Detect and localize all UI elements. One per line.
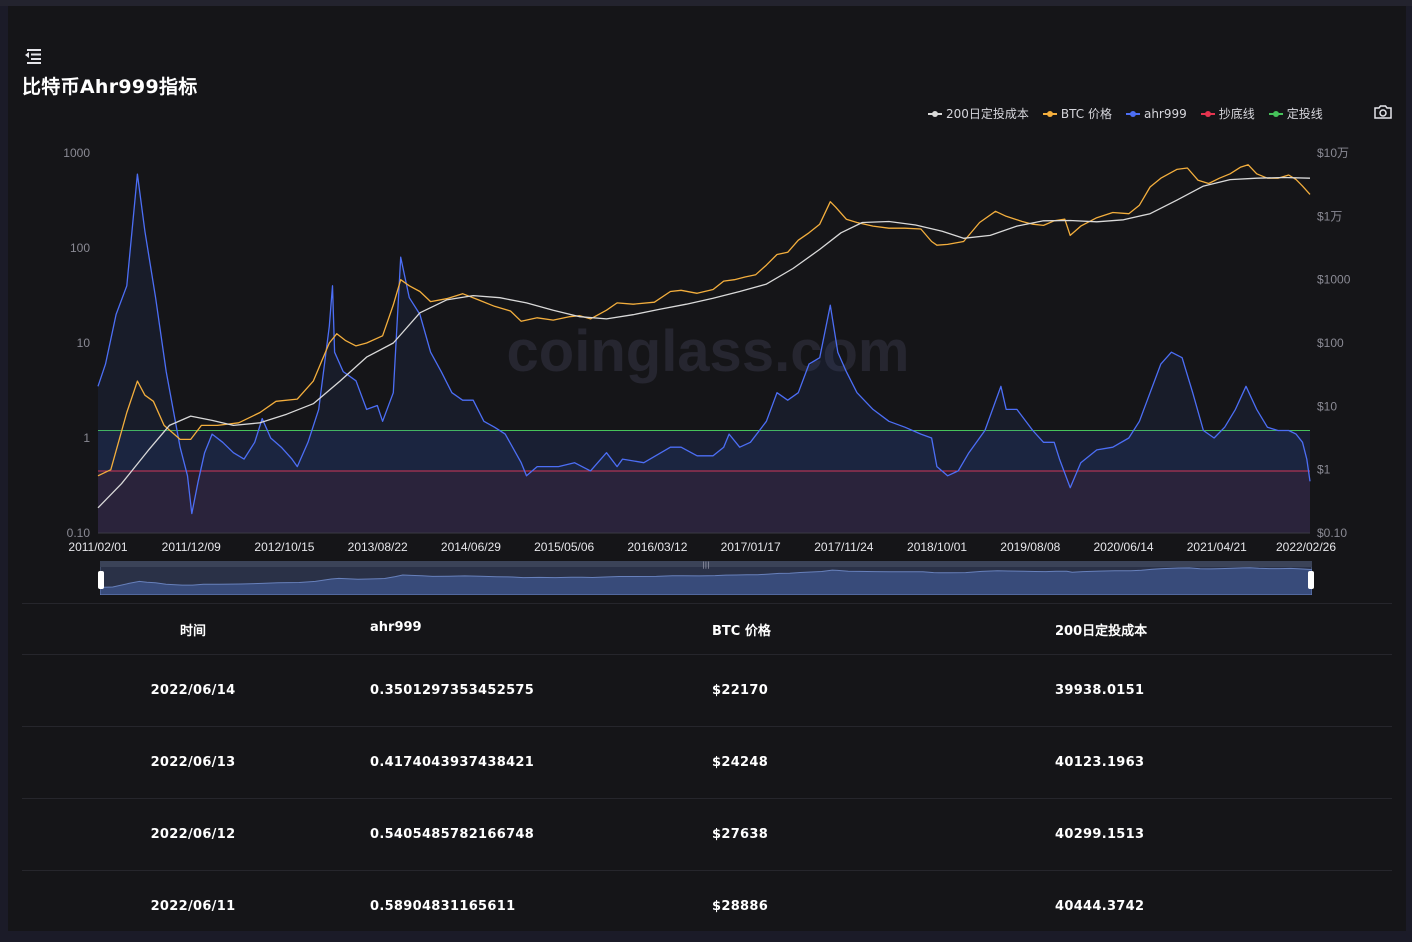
- cell-btc-price: $24248: [712, 755, 769, 770]
- svg-text:|||: |||: [702, 561, 709, 569]
- header-ahr999: ahr999: [370, 620, 422, 635]
- cell-ahr999: 0.58904831165611: [370, 899, 516, 914]
- x-tick-label: 2019/08/08: [1000, 540, 1060, 554]
- x-tick-label: 2021/04/21: [1187, 540, 1247, 554]
- watermark: coinglass.com: [507, 319, 910, 384]
- y-right-tick-label: $1: [1317, 463, 1331, 477]
- y-left-tick-label: 0.10: [67, 526, 91, 540]
- x-tick-label: 2017/11/24: [814, 540, 873, 554]
- table-row: 2022/06/11 0.58904831165611 $28886 40444…: [22, 870, 1392, 942]
- cell-btc-price: $27638: [712, 827, 769, 842]
- table-header: 时间 ahr999 BTC 价格 200日定投成本: [22, 603, 1392, 654]
- cell-btc-price: $28886: [712, 899, 769, 914]
- y-right-tick-label: $10: [1317, 399, 1337, 413]
- x-tick-label: 2020/06/14: [1094, 540, 1154, 554]
- x-tick-label: 2011/12/09: [162, 540, 221, 554]
- table-row: 2022/06/14 0.3501297353452575 $22170 399…: [22, 654, 1392, 726]
- cell-cost: 40444.3742: [1055, 899, 1145, 914]
- cell-time: 2022/06/11: [150, 899, 236, 914]
- y-right-tick-label: $0.10: [1317, 526, 1347, 540]
- cell-cost: 39938.0151: [1055, 683, 1145, 698]
- cell-cost: 40123.1963: [1055, 755, 1145, 770]
- x-tick-label: 2022/02/26: [1276, 540, 1336, 554]
- slider-right-handle[interactable]: [1308, 571, 1314, 589]
- y-left-tick-label: 1000: [63, 146, 90, 160]
- header-btc-price: BTC 价格: [712, 624, 771, 639]
- header-cost: 200日定投成本: [1055, 624, 1148, 639]
- x-tick-label: 2011/02/01: [68, 540, 127, 554]
- y-right-tick-label: $1万: [1317, 209, 1342, 223]
- y-right-tick-label: $1000: [1317, 273, 1351, 287]
- x-tick-label: 2013/08/22: [348, 540, 408, 554]
- y-right-tick-label: $100: [1317, 336, 1344, 350]
- y-right-tick-label: $10万: [1317, 146, 1349, 160]
- x-tick-label: 2016/03/12: [627, 540, 687, 554]
- cell-time: 2022/06/14: [150, 683, 236, 698]
- x-tick-label: 2018/10/01: [907, 540, 967, 554]
- table-row: 2022/06/12 0.5405485782166748 $27638 402…: [22, 798, 1392, 870]
- cell-ahr999: 0.5405485782166748: [370, 827, 535, 842]
- data-table: 时间 ahr999 BTC 价格 200日定投成本 2022/06/14 0.3…: [22, 603, 1392, 942]
- y-left-tick-label: 10: [77, 336, 91, 350]
- cell-time: 2022/06/12: [150, 827, 236, 842]
- cell-cost: 40299.1513: [1055, 827, 1145, 842]
- table-row: 2022/06/13 0.4174043937438421 $24248 401…: [22, 726, 1392, 798]
- cell-btc-price: $22170: [712, 683, 769, 698]
- zoom-slider[interactable]: |||: [100, 561, 1312, 595]
- x-tick-label: 2017/01/17: [721, 540, 781, 554]
- ahr999-chart: coinglass.com 1000 100 10 1 0.10 $10万 $1万 $1000…: [63, 146, 1351, 554]
- x-tick-label: 2014/06/29: [441, 540, 501, 554]
- slider-left-handle[interactable]: [98, 571, 104, 589]
- y-left-tick-label: 100: [70, 241, 90, 255]
- cell-ahr999: 0.4174043937438421: [370, 755, 535, 770]
- y-left-tick-label: 1: [83, 431, 90, 445]
- chart-panel: 比特币Ahr999指标 200日定投成本 BTC 价格 ahr999 抄底线 定…: [8, 6, 1406, 931]
- header-time: 时间: [179, 624, 206, 639]
- cell-time: 2022/06/13: [150, 755, 236, 770]
- x-tick-label: 2012/10/15: [254, 540, 314, 554]
- cell-ahr999: 0.3501297353452575: [370, 683, 535, 698]
- x-tick-label: 2015/05/06: [534, 540, 594, 554]
